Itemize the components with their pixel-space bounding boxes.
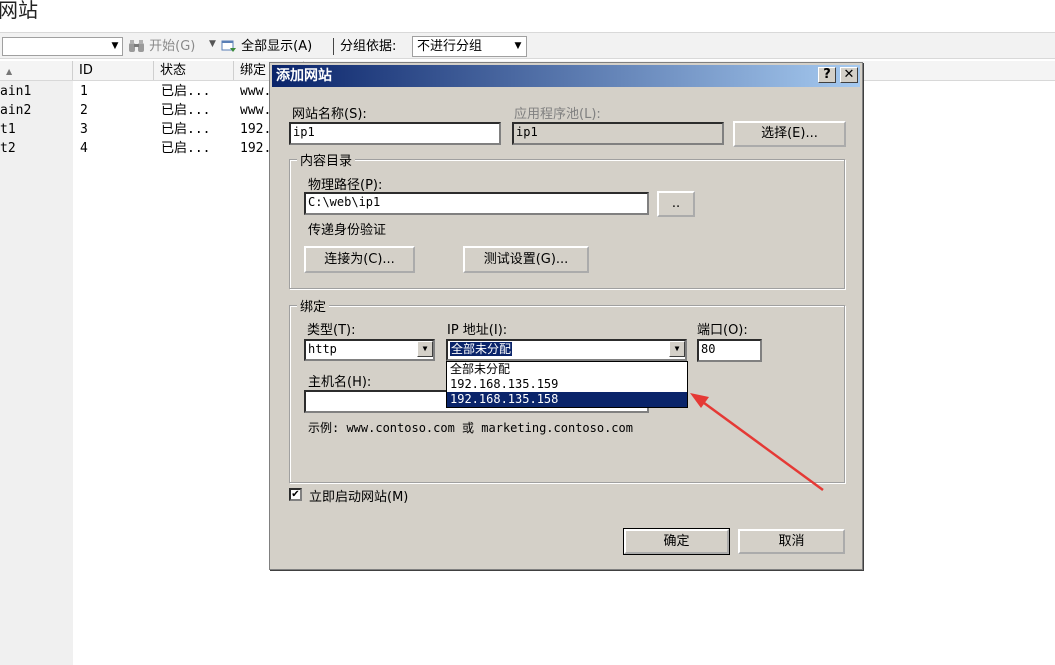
toolbar: ▼ 开始(G) ▼ 全部显示(A) 分组依据: 不进行分组 ▼ xyxy=(0,32,1055,59)
connect-as-button[interactable]: 连接为(C)... xyxy=(304,246,415,273)
dialog-title: 添加网站 xyxy=(276,68,332,84)
checkmark-icon: ✔ xyxy=(291,489,300,500)
select-app-pool-button[interactable]: 选择(E)... xyxy=(733,121,846,147)
pass-auth-label: 传递身份验证 xyxy=(308,223,387,238)
row-name: ain1 xyxy=(0,84,32,99)
start-dropdown-icon[interactable]: ▼ xyxy=(209,39,216,49)
row-name: t2 xyxy=(0,141,16,156)
row-status: 已启... xyxy=(161,103,211,118)
site-name-label: 网站名称(S): xyxy=(292,107,367,122)
host-name-label: 主机名(H): xyxy=(308,375,372,390)
chevron-down-icon[interactable]: ▼ xyxy=(511,38,525,55)
filter-combo[interactable]: ▼ xyxy=(2,37,123,56)
row-id: 4 xyxy=(80,141,88,156)
row-status: 已启... xyxy=(161,141,211,156)
row-binding: www. xyxy=(240,103,272,118)
page-title: 网站 xyxy=(0,0,38,22)
toolbar-divider xyxy=(333,38,334,55)
add-website-dialog: 添加网站 ? ✕ 网站名称(S): ip1 应用程序池(L): ip1 选择(E… xyxy=(269,62,863,570)
row-binding: www. xyxy=(240,84,272,99)
start-button[interactable]: 开始(G) xyxy=(128,37,195,56)
show-all-icon xyxy=(221,40,236,52)
ip-option[interactable]: 192.168.135.159 xyxy=(447,377,687,392)
browse-button[interactable]: .. xyxy=(657,191,695,217)
start-immediately-label: 立即启动网站(M) xyxy=(309,490,409,505)
ip-address-label: IP 地址(I): xyxy=(447,323,508,338)
start-button-label: 开始(G) xyxy=(149,39,196,54)
row-binding: 192. xyxy=(240,122,272,137)
start-immediately-checkbox[interactable]: ✔ xyxy=(289,488,302,501)
test-settings-button[interactable]: 测试设置(G)... xyxy=(463,246,589,273)
row-id: 3 xyxy=(80,122,88,137)
column-header-name[interactable]: ▲ xyxy=(0,61,73,80)
ip-option[interactable]: 全部未分配 xyxy=(447,362,687,377)
physical-path-input[interactable]: C:\web\ip1 xyxy=(304,192,649,215)
app-pool-input: ip1 xyxy=(512,122,724,145)
row-status: 已启... xyxy=(161,84,211,99)
group-by-label: 分组依据: xyxy=(340,39,397,54)
row-id: 1 xyxy=(80,84,88,99)
binoculars-icon xyxy=(129,40,144,52)
cancel-button[interactable]: 取消 xyxy=(738,529,845,554)
row-id: 2 xyxy=(80,103,88,118)
chevron-down-icon[interactable]: ▼ xyxy=(417,341,433,357)
help-button[interactable]: ? xyxy=(818,67,836,83)
type-label: 类型(T): xyxy=(307,323,356,338)
ip-address-dropdown-list[interactable]: 全部未分配 192.168.135.159 192.168.135.158 xyxy=(446,361,688,408)
help-icon: ? xyxy=(823,67,831,82)
sort-up-icon: ▲ xyxy=(6,67,13,76)
ip-option-selected[interactable]: 192.168.135.158 xyxy=(447,392,687,407)
ok-button[interactable]: 确定 xyxy=(623,528,730,555)
row-name: ain2 xyxy=(0,103,32,118)
show-all-label: 全部显示(A) xyxy=(241,39,313,54)
name-column-bg xyxy=(0,81,73,665)
port-input[interactable]: 80 xyxy=(697,339,762,362)
column-header-id[interactable]: ID xyxy=(73,61,154,80)
ip-address-select[interactable]: 全部未分配 ▼ xyxy=(446,339,687,361)
column-header-status[interactable]: 状态 xyxy=(154,61,234,80)
type-select[interactable]: http ▼ xyxy=(304,339,435,361)
host-example-text: 示例: www.contoso.com 或 marketing.contoso.… xyxy=(308,421,633,435)
chevron-down-icon[interactable]: ▼ xyxy=(108,38,122,55)
ip-address-value: 全部未分配 xyxy=(448,341,514,357)
close-icon: ✕ xyxy=(843,67,855,82)
row-status: 已启... xyxy=(161,122,211,137)
dialog-titlebar[interactable]: 添加网站 ? ✕ xyxy=(272,65,860,87)
content-directory-title: 内容目录 xyxy=(297,150,356,169)
group-by-value: 不进行分组 xyxy=(417,39,483,54)
port-label: 端口(O): xyxy=(697,323,748,338)
row-name: t1 xyxy=(0,122,16,137)
row-binding: 192. xyxy=(240,141,272,156)
type-value: http xyxy=(308,342,337,356)
close-button[interactable]: ✕ xyxy=(840,67,858,83)
group-by-select[interactable]: 不进行分组 ▼ xyxy=(412,36,527,57)
show-all-button[interactable]: 全部显示(A) xyxy=(221,37,312,56)
physical-path-label: 物理路径(P): xyxy=(308,178,383,193)
site-name-input[interactable]: ip1 xyxy=(289,122,501,145)
binding-group-title: 绑定 xyxy=(297,296,330,315)
app-pool-label: 应用程序池(L): xyxy=(514,107,601,122)
chevron-down-icon[interactable]: ▼ xyxy=(669,341,685,357)
